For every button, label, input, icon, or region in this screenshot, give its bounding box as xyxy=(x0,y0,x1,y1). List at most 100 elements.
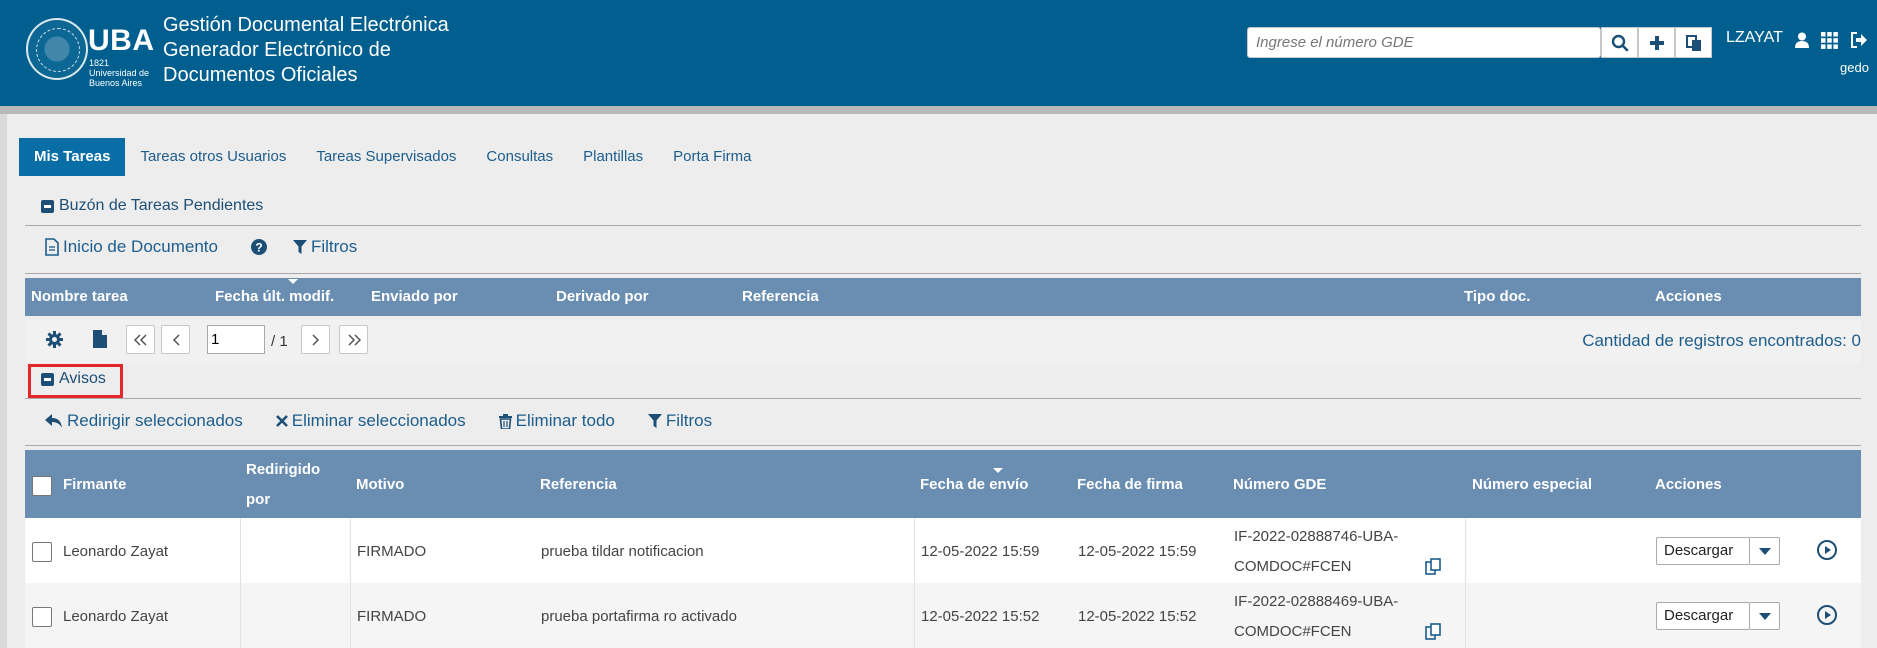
avisos-toolbar: Redirigir seleccionados Eliminar selecci… xyxy=(45,411,712,431)
play-circle-icon[interactable] xyxy=(1817,605,1837,625)
avisos-title: Avisos xyxy=(59,370,106,387)
prev-page-button[interactable] xyxy=(161,325,190,354)
column-separator xyxy=(240,583,241,648)
fecha-firma-cell: 12-05-2022 15:52 xyxy=(1078,608,1197,625)
referencia-cell: prueba tildar notificacion xyxy=(541,543,704,560)
col-numero-especial[interactable]: Número especial xyxy=(1472,476,1592,493)
reply-icon xyxy=(45,413,62,428)
row-checkbox[interactable] xyxy=(32,542,52,562)
pendientes-toolbar: Inicio de Documento ? Filtros xyxy=(45,237,357,257)
fecha-firma-cell: 12-05-2022 15:59 xyxy=(1078,543,1197,560)
col-numero-gde[interactable]: Número GDE xyxy=(1233,476,1326,493)
col-enviado-por[interactable]: Enviado por xyxy=(371,288,458,305)
gde-search-input[interactable] xyxy=(1247,27,1601,58)
tab-porta-firma[interactable]: Porta Firma xyxy=(658,138,766,176)
pendientes-pager: / 1 Cantidad de registros encontrados: 0 xyxy=(25,320,1861,363)
divider xyxy=(25,398,1861,399)
search-button[interactable] xyxy=(1601,27,1638,58)
motivo-cell: FIRMADO xyxy=(357,543,427,560)
next-page-button[interactable] xyxy=(301,325,330,354)
col-acciones: Acciones xyxy=(1655,476,1722,493)
column-separator xyxy=(350,518,351,583)
tab-tareas-supervisados[interactable]: Tareas Supervisados xyxy=(301,138,471,176)
descargar-button[interactable]: Descargar xyxy=(1656,602,1750,630)
app-title-line1: Gestión Documental Electrónica xyxy=(163,14,449,36)
question-icon: ? xyxy=(250,239,267,255)
redirigir-seleccionados-button[interactable]: Redirigir seleccionados xyxy=(45,411,243,431)
col-referencia[interactable]: Referencia xyxy=(540,476,617,493)
col-redirigido-por[interactable]: Redirigido xyxy=(246,461,320,478)
copy-document-button[interactable] xyxy=(1675,27,1712,58)
sort-desc-icon xyxy=(993,468,1003,473)
username[interactable]: LZAYAT xyxy=(1726,29,1783,47)
divider xyxy=(25,445,1861,446)
avisos-filtros-button[interactable]: Filtros xyxy=(647,411,712,431)
settings-gear-icon[interactable] xyxy=(46,331,63,352)
sort-desc-icon xyxy=(288,279,298,284)
svg-text:?: ? xyxy=(255,241,262,255)
eliminar-todo-button[interactable]: Eliminar todo xyxy=(498,411,615,431)
row-checkbox[interactable] xyxy=(32,607,52,627)
tab-mis-tareas[interactable]: Mis Tareas xyxy=(19,138,126,176)
col-fecha-envio[interactable]: Fecha de envío xyxy=(920,476,1028,493)
pendientes-title: Buzón de Tareas Pendientes xyxy=(59,197,264,214)
copy-gde-icon[interactable] xyxy=(1425,623,1442,644)
eliminar-todo-label: Eliminar todo xyxy=(515,411,615,430)
export-file-icon[interactable] xyxy=(93,330,107,352)
inicio-documento-button[interactable]: Inicio de Documento xyxy=(45,237,218,257)
last-page-button[interactable] xyxy=(339,325,368,354)
col-fecha-firma[interactable]: Fecha de firma xyxy=(1077,476,1183,493)
app-title-line2: Generador Electrónico de xyxy=(163,39,391,61)
numero-gde-cell-line2: COMDOC#FCEN xyxy=(1234,623,1352,640)
avisos-section-toggle[interactable]: Avisos xyxy=(41,370,106,388)
col-referencia[interactable]: Referencia xyxy=(742,288,819,305)
pendientes-section-toggle[interactable]: Buzón de Tareas Pendientes xyxy=(41,197,263,215)
firmante-cell: Leonardo Zayat xyxy=(63,543,169,560)
apps-grid-icon[interactable] xyxy=(1819,30,1839,50)
table-row: Leonardo Zayat FIRMADO prueba portafirma… xyxy=(25,583,1861,648)
inicio-documento-label: Inicio de Documento xyxy=(63,237,218,256)
help-button[interactable]: ? xyxy=(250,239,267,255)
col-motivo[interactable]: Motivo xyxy=(356,476,404,493)
col-nombre-tarea[interactable]: Nombre tarea xyxy=(31,288,128,305)
descargar-button[interactable]: Descargar xyxy=(1656,537,1750,565)
page-number-input[interactable] xyxy=(207,325,265,354)
tab-tareas-otros-usuarios[interactable]: Tareas otros Usuarios xyxy=(125,138,301,176)
descargar-dropdown-toggle[interactable] xyxy=(1750,602,1780,630)
collapse-icon xyxy=(41,199,54,213)
first-page-button[interactable] xyxy=(126,325,155,354)
filter-icon xyxy=(647,413,662,428)
chevron-right-icon xyxy=(311,333,319,346)
col-fecha-ult-modif[interactable]: Fecha últ. modif. xyxy=(215,288,334,305)
page-total: / 1 xyxy=(271,333,288,350)
app-title: Gestión Documental Electrónica Generador… xyxy=(163,13,449,88)
header-divider xyxy=(0,106,1877,114)
tab-plantillas[interactable]: Plantillas xyxy=(568,138,658,176)
app-title-line3: Documentos Oficiales xyxy=(163,64,358,86)
col-firmante[interactable]: Firmante xyxy=(63,476,126,493)
eliminar-seleccionados-button[interactable]: Eliminar seleccionados xyxy=(275,411,466,431)
records-count: Cantidad de registros encontrados: 0 xyxy=(1582,331,1861,350)
logout-icon[interactable] xyxy=(1849,30,1869,50)
app-header: UBA 1821 Universidad de Buenos Aires Ges… xyxy=(0,0,1877,106)
select-all-checkbox[interactable] xyxy=(32,476,52,496)
col-derivado-por[interactable]: Derivado por xyxy=(556,288,649,305)
plus-icon xyxy=(1649,35,1664,50)
new-document-button[interactable] xyxy=(1638,27,1675,58)
trash-icon xyxy=(498,413,512,429)
play-circle-icon[interactable] xyxy=(1817,540,1837,560)
avisos-table-header: Firmante Redirigido por Motivo Referenci… xyxy=(25,450,1861,518)
university-seal-icon xyxy=(26,18,88,80)
column-separator xyxy=(914,583,915,648)
numero-gde-cell: IF-2022-02888746-UBA- xyxy=(1234,528,1399,545)
copy-gde-icon[interactable] xyxy=(1425,558,1442,579)
descargar-dropdown-toggle[interactable] xyxy=(1750,537,1780,565)
user-icon[interactable] xyxy=(1792,30,1812,50)
copy-icon xyxy=(1685,34,1701,51)
tab-consultas[interactable]: Consultas xyxy=(471,138,568,176)
referencia-cell: prueba portafirma ro activado xyxy=(541,608,737,625)
document-icon xyxy=(45,238,59,256)
chevron-left-icon xyxy=(172,333,180,346)
pendientes-filtros-button[interactable]: Filtros xyxy=(292,237,357,257)
col-tipo-doc[interactable]: Tipo doc. xyxy=(1464,288,1530,305)
